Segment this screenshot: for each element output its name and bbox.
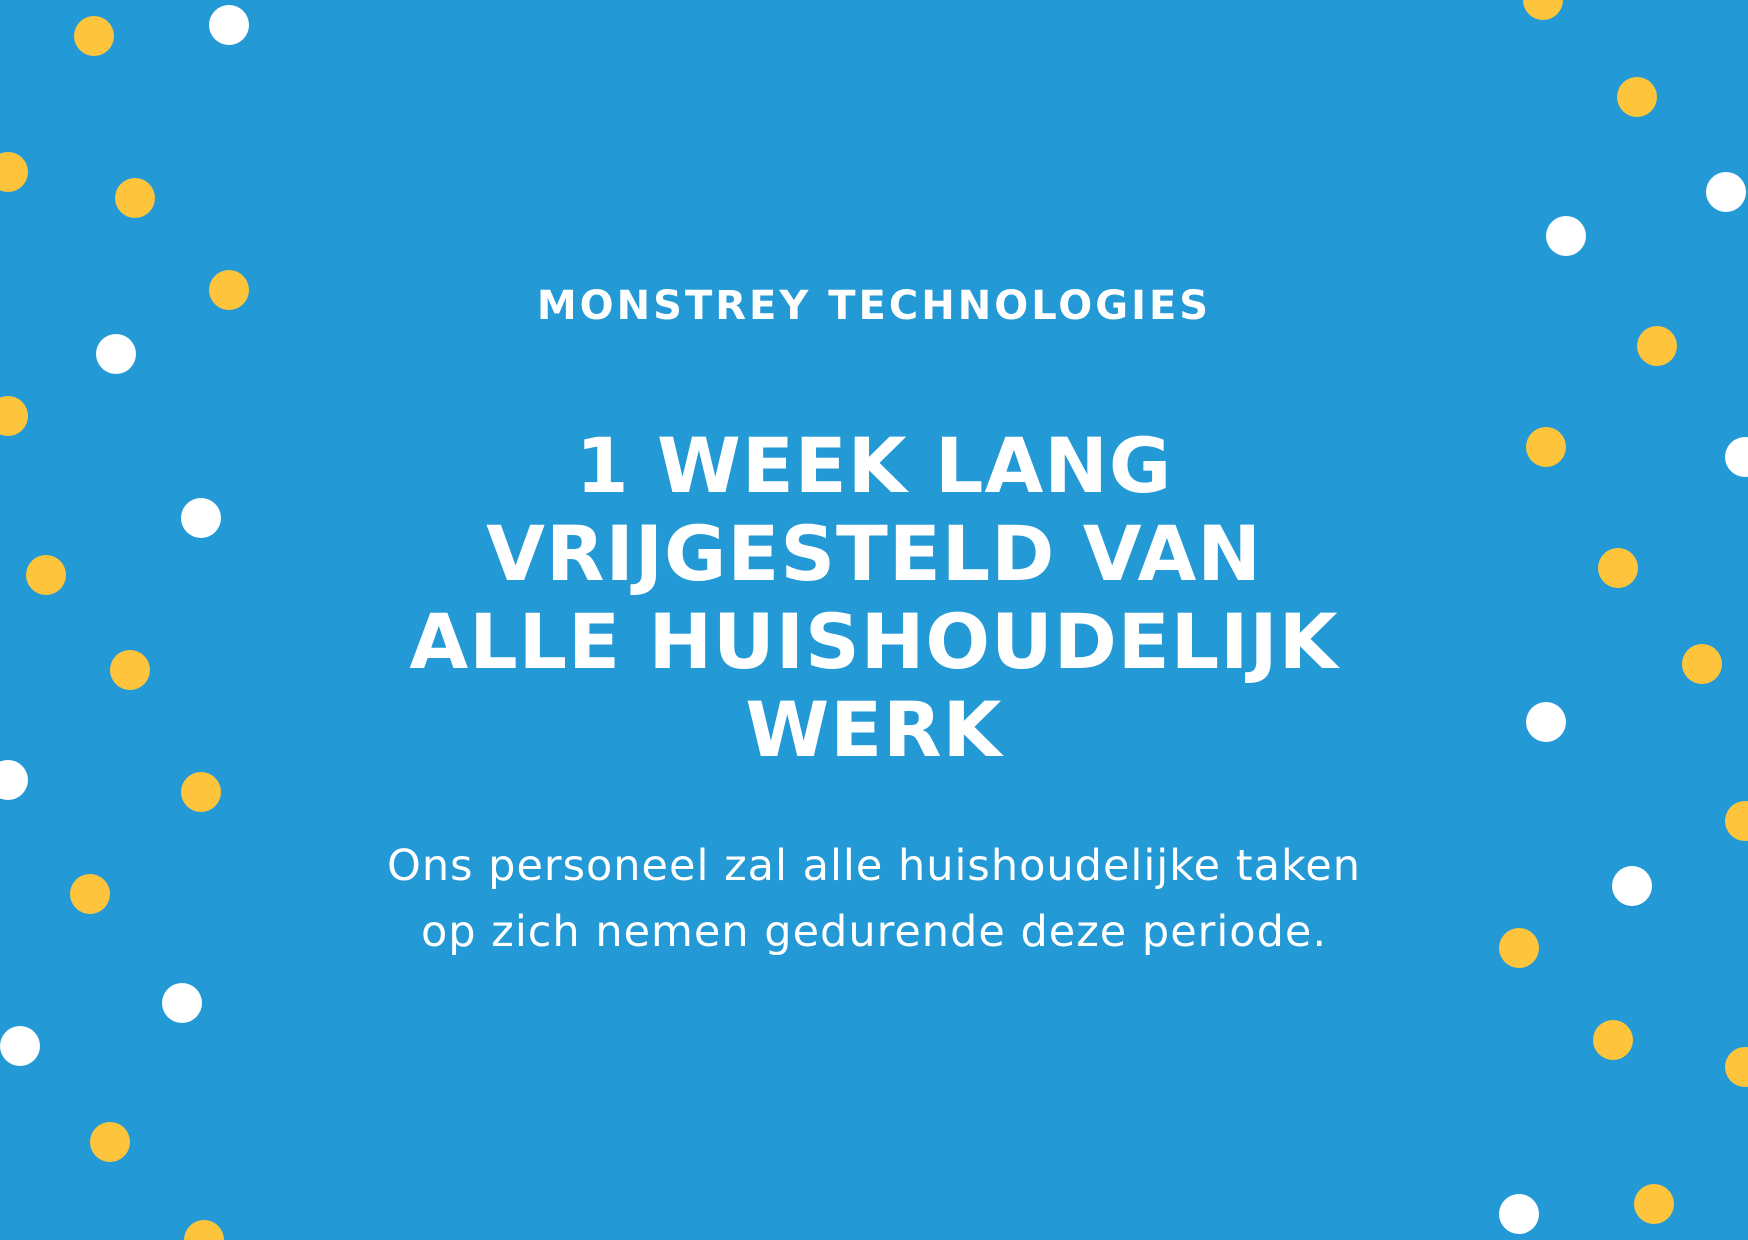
headline-line: WERK <box>745 685 1003 774</box>
company-name: MONSTREY TECHNOLOGIES <box>536 283 1212 329</box>
headline-line: ALLE HUISHOUDELIJK <box>409 597 1339 686</box>
notice-card: MONSTREY TECHNOLOGIES 1 WEEK LANG VRIJGE… <box>0 0 1748 1240</box>
card-content: MONSTREY TECHNOLOGIES 1 WEEK LANG VRIJGE… <box>0 0 1748 1240</box>
body-line: Ons personeel zal alle huishoudelijke ta… <box>386 841 1362 891</box>
body-line: op zich nemen gedurende deze periode. <box>420 907 1328 957</box>
body-text: Ons personeel zal alle huishoudelijke ta… <box>300 833 1448 965</box>
headline-line: 1 WEEK LANG <box>575 421 1173 510</box>
headline: 1 WEEK LANG VRIJGESTELD VAN ALLE HUISHOU… <box>330 422 1418 774</box>
headline-line: VRIJGESTELD VAN <box>486 509 1262 598</box>
